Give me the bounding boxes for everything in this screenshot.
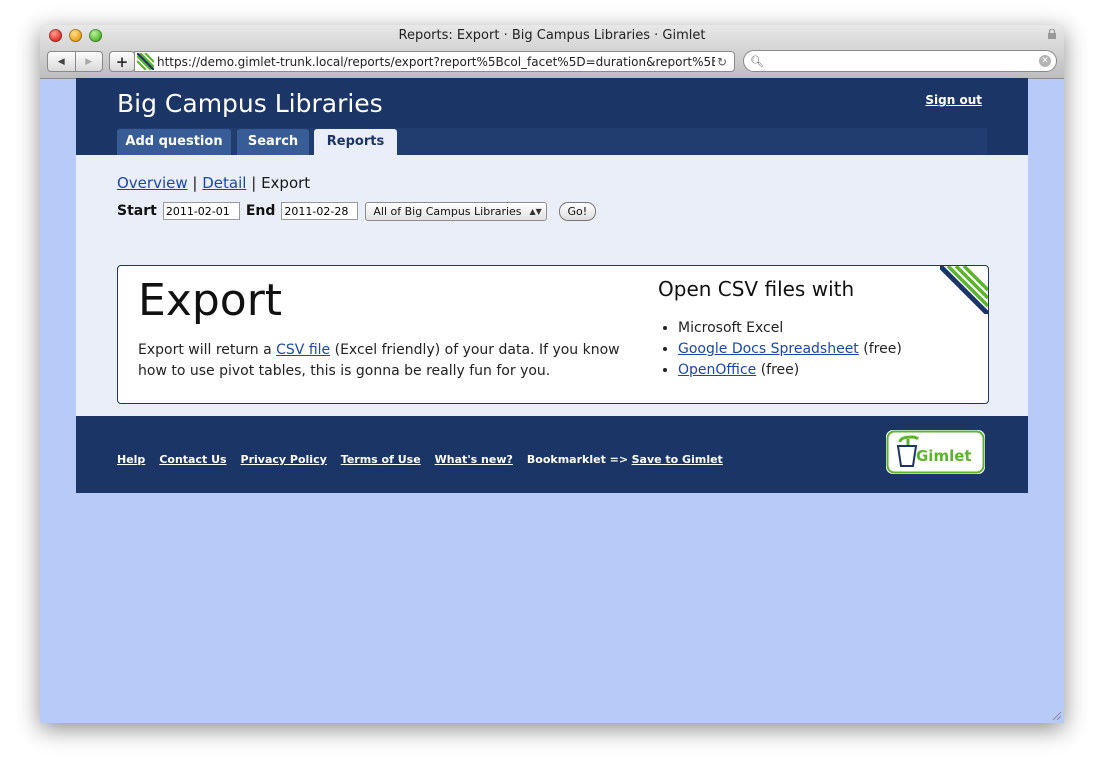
window-title: Reports: Export · Big Campus Libraries ·… (398, 28, 706, 43)
browser-window: Reports: Export · Big Campus Libraries ·… (40, 25, 1064, 723)
app-free-note: (free) (756, 362, 800, 378)
tab-reports[interactable]: Reports (314, 129, 397, 155)
footer-privacy-link[interactable]: Privacy Policy (241, 453, 327, 466)
breadcrumb-current: Export (261, 174, 311, 192)
add-bookmark-button[interactable]: + (109, 51, 135, 72)
plus-icon: + (115, 52, 129, 71)
location-select[interactable]: All of Big Campus Libraries ▲▼ (365, 201, 547, 221)
gimlet-logo[interactable]: Gimlet (886, 430, 985, 474)
address-bar[interactable]: https://demo.gimlet-trunk.local/reports/… (134, 51, 735, 72)
select-arrows-icon: ▲▼ (529, 206, 542, 216)
forward-arrow-icon: ▶ (85, 56, 93, 67)
footer-contact-link[interactable]: Contact Us (159, 453, 226, 466)
app-free-note: (free) (858, 341, 902, 357)
url-text: https://demo.gimlet-trunk.local/reports/… (157, 54, 715, 69)
open-csv-title: Open CSV files with (658, 277, 855, 301)
list-item: OpenOffice (free) (678, 360, 902, 381)
bookmarklet-label: Bookmarklet => (526, 453, 629, 466)
reload-icon[interactable]: ↻ (715, 55, 729, 69)
back-button[interactable]: ◀ (48, 52, 75, 71)
export-description-text: Export will return a (138, 342, 277, 358)
start-date-field[interactable] (162, 202, 240, 220)
export-title: Export (138, 275, 283, 326)
footer-links: Help Contact Us Privacy Policy Terms of … (117, 453, 723, 466)
site-footer: Help Contact Us Privacy Policy Terms of … (76, 416, 1028, 493)
csv-apps-list: Microsoft Excel Google Docs Spreadsheet … (658, 318, 902, 381)
openoffice-link[interactable]: OpenOffice (678, 362, 756, 378)
site-favicon-icon (137, 53, 154, 70)
list-item: Microsoft Excel (678, 318, 902, 339)
location-select-value: All of Big Campus Libraries (373, 204, 522, 218)
end-label: End (245, 203, 276, 219)
save-to-gimlet-link[interactable]: Save to Gimlet (632, 453, 723, 466)
export-description: Export will return a CSV file (Excel fri… (138, 340, 638, 382)
gimlet-logo-text: Gimlet (916, 447, 972, 465)
go-button[interactable]: Go! (558, 201, 596, 221)
back-arrow-icon: ◀ (57, 56, 65, 67)
forward-button[interactable]: ▶ (74, 52, 103, 71)
footer-terms-link[interactable]: Terms of Use (341, 453, 421, 466)
back-forward-buttons: ◀ ▶ (47, 51, 103, 72)
footer-help-link[interactable]: Help (117, 453, 145, 466)
search-input[interactable] (767, 53, 1039, 69)
csv-file-link[interactable]: CSV file (276, 342, 330, 358)
site-title: Big Campus Libraries (117, 89, 383, 118)
page-content: Big Campus Libraries Sign out Add questi… (76, 78, 1028, 493)
tab-add-question[interactable]: Add question (117, 129, 231, 155)
breadcrumb-detail-link[interactable]: Detail (202, 174, 246, 192)
clear-search-icon[interactable]: ✕ (1039, 55, 1051, 67)
breadcrumb-separator: | (251, 174, 257, 192)
window-titlebar: Reports: Export · Big Campus Libraries ·… (40, 25, 1064, 79)
date-filter-form: Start End All of Big Campus Libraries ▲▼… (117, 200, 596, 222)
tab-search[interactable]: Search (237, 129, 309, 155)
google-docs-link[interactable]: Google Docs Spreadsheet (678, 341, 859, 357)
search-icon: 🔍︎ (750, 54, 764, 68)
end-date-field[interactable] (281, 202, 359, 220)
site-header: Big Campus Libraries Sign out Add questi… (76, 78, 1028, 155)
breadcrumb: Overview | Detail | Export (117, 174, 310, 192)
footer-whats-new-link[interactable]: What's new? (435, 453, 513, 466)
app-excel: Microsoft Excel (678, 320, 784, 336)
lock-icon (1048, 29, 1056, 39)
list-item: Google Docs Spreadsheet (free) (678, 339, 902, 360)
export-card: Export Export will return a CSV file (Ex… (117, 265, 989, 404)
browser-search-bar[interactable]: 🔍︎ ✕ (743, 50, 1057, 72)
breadcrumb-overview-link[interactable]: Overview (117, 174, 188, 192)
breadcrumb-separator: | (192, 174, 198, 192)
gimlet-logo-icon: Gimlet (886, 430, 985, 474)
resize-grip-icon[interactable] (1050, 709, 1062, 721)
corner-stripes-decoration (940, 266, 988, 314)
sign-out-link[interactable]: Sign out (925, 93, 982, 107)
start-label: Start (117, 203, 157, 219)
